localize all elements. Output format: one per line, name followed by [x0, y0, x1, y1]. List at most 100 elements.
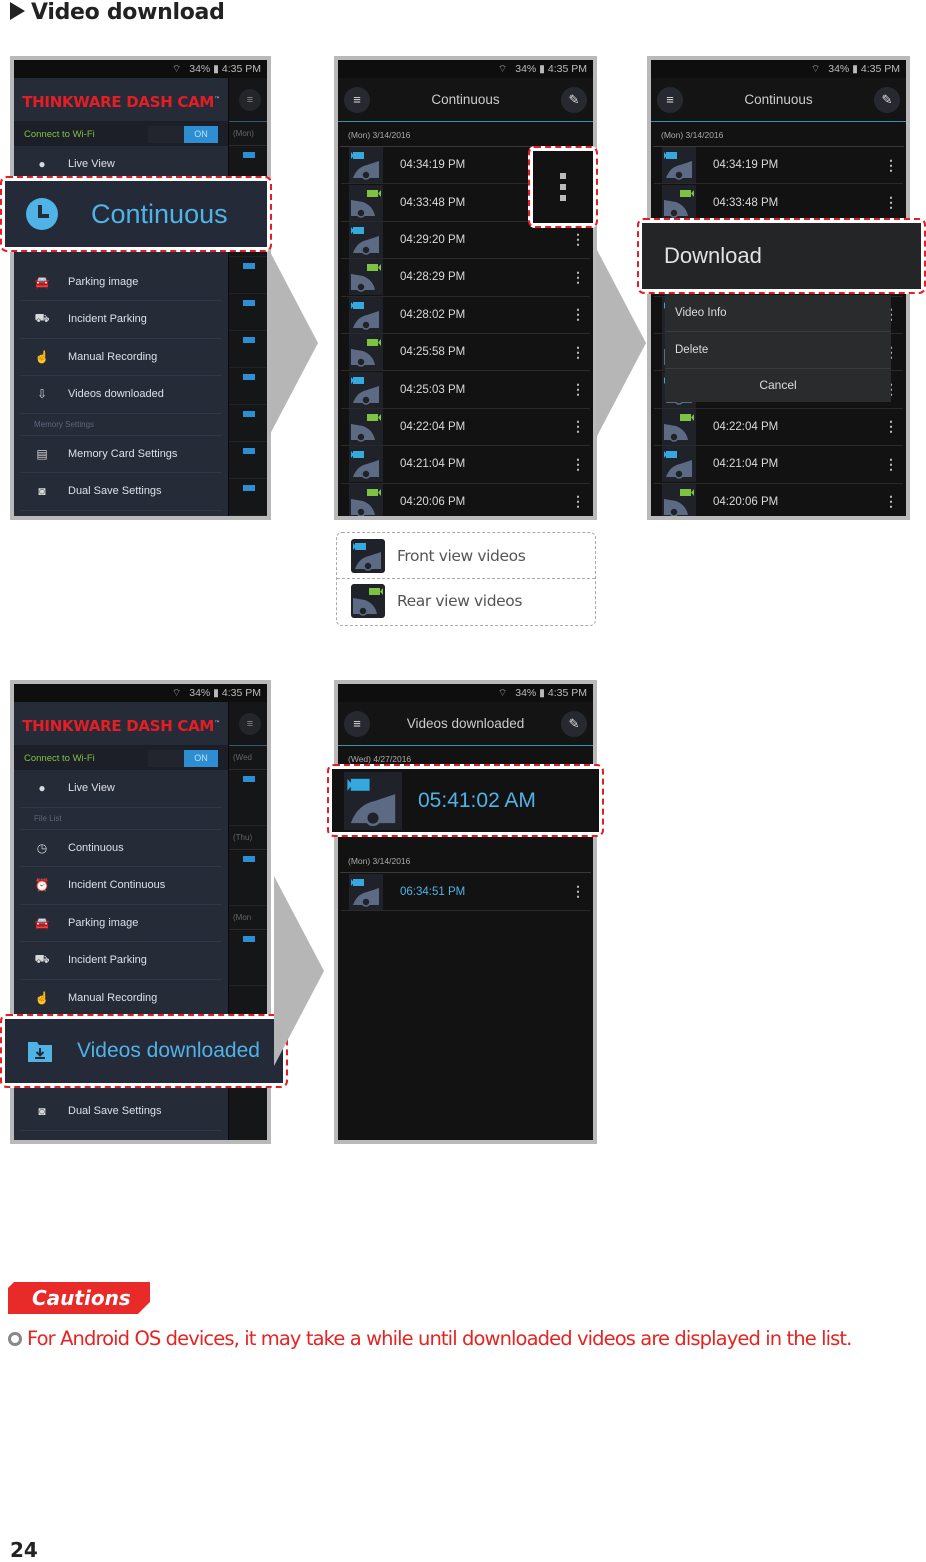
video-row[interactable]: 04:22:04 PM ⋮: [341, 408, 590, 447]
downloaded-video-row-zoomed[interactable]: 05:41:02 AM: [332, 769, 599, 832]
menu-item-video-info[interactable]: Video Info: [665, 295, 891, 332]
parked-car-icon: 🚘: [34, 274, 50, 289]
more-options-icon[interactable]: ⋮: [566, 269, 590, 286]
video-row[interactable]: 04:21:04 PM ⋮: [654, 446, 903, 484]
more-options-icon[interactable]: ⋮: [566, 456, 590, 473]
front-view-thumbnail-icon: [349, 873, 383, 910]
edit-button[interactable]: ✎: [561, 86, 587, 113]
drawer-item-videos-downloaded-zoomed[interactable]: Videos downloaded: [5, 1019, 283, 1083]
menu-item-download[interactable]: Download: [642, 223, 921, 289]
more-options-icon[interactable]: ⋮: [879, 157, 903, 174]
drawer-item-dual-save[interactable]: ◙ Dual Save Settings: [20, 1093, 222, 1131]
drawer-item-incident-parking[interactable]: ⛟ Incident Parking: [20, 942, 222, 980]
more-options-icon[interactable]: ⋮: [879, 456, 903, 473]
video-row[interactable]: 04:28:02 PM ⋮: [341, 296, 590, 334]
status-bar: ⌔ 34% ▮ 4:35 PM: [338, 60, 593, 78]
incident-car-icon: ⛟: [34, 311, 50, 326]
video-row[interactable]: 04:20:06 PM ⋮: [654, 483, 903, 516]
drawer-item-dual-save[interactable]: ◙ Dual Save Settings: [20, 473, 222, 511]
menu-button[interactable]: ≡: [657, 86, 683, 113]
highlight-download: Download: [637, 218, 926, 294]
menu-button[interactable]: ≡: [344, 86, 370, 113]
alarm-clock-icon: ⏰: [34, 878, 50, 893]
drawer-item-live-view[interactable]: ● Live View: [20, 770, 222, 808]
wifi-toggle[interactable]: ON: [148, 125, 218, 143]
more-options-icon[interactable]: ⋮: [566, 231, 590, 248]
video-row[interactable]: 04:22:04 PM ⋮: [654, 408, 903, 447]
page-number: 24: [10, 1538, 38, 1562]
video-row[interactable]: 04:21:04 PM ⋮: [341, 446, 590, 484]
app-bar: ≡ Continuous ✎: [338, 78, 593, 122]
video-row[interactable]: 04:28:29 PM ⋮: [341, 259, 590, 297]
peek-date: (Thu): [229, 826, 267, 850]
drawer-item-continuous[interactable]: ◷ Continuous: [20, 830, 222, 867]
screenshot-drawer-continuous: ⌔ 34% ▮ 4:35 PM ≡ (Mon) THINKWARE DASH CA…: [10, 56, 271, 520]
app-bar: ≡ Videos downloaded ✎: [338, 702, 593, 746]
drawer-item-manual-recording[interactable]: ☝ Manual Recording: [20, 339, 222, 376]
drawer-item-memory-card[interactable]: ▤ Memory Card Settings: [20, 436, 222, 473]
hand-pointer-icon: ☝: [34, 349, 50, 364]
video-row[interactable]: 04:20:06 PM ⋮: [341, 483, 590, 516]
menu-item-delete[interactable]: Delete: [665, 332, 891, 369]
video-row[interactable]: 04:33:48 PM ⋮: [654, 184, 903, 222]
drawer-item-videos-downloaded[interactable]: ⇩ Videos downloaded: [20, 376, 222, 414]
video-row[interactable]: 04:25:03 PM ⋮: [341, 371, 590, 409]
wifi-signal-icon: ⌔: [497, 64, 508, 75]
video-time: 04:25:58 PM: [400, 346, 466, 359]
legend-front: Front view videos: [337, 533, 595, 578]
edit-button[interactable]: ✎: [874, 86, 900, 113]
more-options-icon[interactable]: ⋮: [879, 418, 903, 435]
more-options-icon[interactable]: ⋮: [566, 883, 590, 900]
wifi-toggle[interactable]: ON: [148, 749, 218, 767]
highlight-downloaded-video: 05:41:02 AM: [327, 764, 604, 837]
screen-title: Videos downloaded: [406, 716, 525, 731]
front-view-thumbnail-icon: [349, 446, 383, 483]
more-options-button-zoomed[interactable]: [533, 151, 593, 223]
drawer-item-incident-parking[interactable]: ⛟ Incident Parking: [20, 301, 222, 339]
menu-button[interactable]: ≡: [344, 710, 370, 737]
more-options-icon[interactable]: ⋮: [566, 381, 590, 398]
menu-icon[interactable]: ≡: [239, 88, 261, 111]
drawer-item-continuous-zoomed[interactable]: Continuous: [5, 181, 267, 247]
more-options-icon[interactable]: ⋮: [879, 493, 903, 510]
video-row[interactable]: 04:25:58 PM ⋮: [341, 334, 590, 372]
status-bar: ⌔ 34% ▮ 4:35 PM: [14, 684, 267, 702]
video-row[interactable]: 06:34:51 PM ⋮: [341, 873, 590, 911]
live-icon: ●: [38, 781, 46, 796]
legend-rear: Rear view videos: [337, 578, 595, 623]
heading-text: Video download: [31, 0, 225, 25]
front-view-thumbnail-icon: [662, 446, 696, 483]
menu-icon[interactable]: ≡: [239, 712, 261, 735]
more-options-icon[interactable]: ⋮: [566, 344, 590, 361]
app-bar: ≡ Continuous ✎: [651, 78, 906, 122]
dual-save-icon: ◙: [38, 484, 46, 499]
more-options-icon[interactable]: ⋮: [566, 493, 590, 510]
video-list: 06:34:51 PM ⋮: [338, 873, 593, 911]
drawer-item-incident-continuous[interactable]: ⏰ Incident Continuous: [20, 867, 222, 905]
wifi-signal-icon: ⌔: [497, 688, 508, 699]
video-time: 04:29:20 PM: [400, 233, 466, 246]
more-options-icon[interactable]: ⋮: [566, 418, 590, 435]
wifi-connect-row: Connect to Wi-Fi ON: [14, 122, 228, 146]
video-time: 04:21:04 PM: [400, 458, 466, 471]
brand-logo: THINKWARE DASH CAM™: [14, 702, 228, 746]
rear-view-thumbnail-icon: [349, 259, 383, 296]
drawer-item-manual-recording[interactable]: ☝ Manual Recording: [20, 980, 222, 1017]
video-row[interactable]: 04:34:19 PM ⋮: [654, 147, 903, 185]
wifi-connect-row: Connect to Wi-Fi ON: [14, 746, 228, 770]
status-bar: ⌔ 34% ▮ 4:35 PM: [338, 684, 593, 702]
more-options-icon[interactable]: ⋮: [566, 306, 590, 323]
drawer-item-parking-image[interactable]: 🚘 Parking image: [20, 264, 222, 301]
rear-view-thumbnail-icon: [349, 483, 383, 516]
video-time: 05:41:02 AM: [418, 788, 536, 812]
edit-button[interactable]: ✎: [560, 710, 587, 737]
video-time: 04:21:04 PM: [713, 458, 779, 471]
clock-icon: [26, 198, 58, 230]
date-header: (Mon) 3/14/2016: [340, 122, 591, 147]
context-menu: Video Info Delete Cancel: [665, 295, 891, 402]
menu-cancel-button[interactable]: Cancel: [665, 369, 891, 402]
front-view-thumbnail-icon: [349, 221, 383, 258]
more-options-icon[interactable]: ⋮: [879, 194, 903, 211]
peek-date: (Mon): [229, 122, 267, 146]
drawer-item-parking-image[interactable]: 🚘 Parking image: [20, 905, 222, 942]
